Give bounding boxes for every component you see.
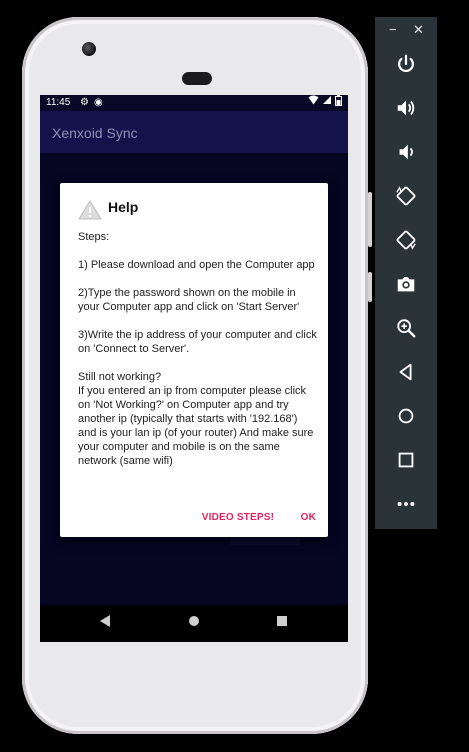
- back-icon[interactable]: [390, 358, 422, 386]
- signal-icon: [322, 95, 332, 111]
- home-icon[interactable]: [188, 614, 200, 632]
- dialog-paragraph: Steps:: [78, 231, 110, 243]
- toolbar-window-controls: − ✕: [375, 17, 437, 45]
- dialog-message: Steps: 1) Please download and open the C…: [78, 230, 318, 468]
- dialog-paragraph: 2)Type the password shown on the mobile …: [78, 287, 300, 313]
- recents-icon[interactable]: [276, 614, 288, 632]
- dialog-paragraph: 1) Please download and open the Computer…: [78, 259, 315, 271]
- volume-rocker: [368, 192, 372, 247]
- power-key: [368, 272, 372, 302]
- dialog-paragraph: If you entered an ip from computer pleas…: [78, 385, 314, 467]
- front-camera: [82, 42, 96, 56]
- rotate-left-icon[interactable]: [390, 182, 422, 210]
- dialog-paragraph: Still not working?: [78, 371, 162, 383]
- camera-icon[interactable]: [390, 270, 422, 298]
- gear-icon: ⚙: [80, 97, 89, 108]
- earpiece-speaker: [182, 72, 212, 85]
- device-screen: 11:45 ⚙ ◉ Xenxoid Sync Help Steps: 1) Pl…: [40, 95, 348, 642]
- minimize-button[interactable]: −: [389, 22, 397, 38]
- warning-icon: [78, 200, 102, 220]
- ok-button[interactable]: OK: [301, 512, 316, 523]
- wifi-icon: [308, 95, 319, 111]
- home-icon[interactable]: [390, 402, 422, 430]
- status-bar: 11:45 ⚙ ◉: [40, 95, 348, 111]
- app-bar: Xenxoid Sync: [40, 111, 348, 153]
- back-icon[interactable]: [99, 614, 111, 632]
- close-button[interactable]: ✕: [413, 22, 424, 38]
- more-icon[interactable]: [390, 490, 422, 518]
- dialog-paragraph: 3)Write the ip address of your computer …: [78, 329, 317, 355]
- help-dialog: Help Steps: 1) Please download and open …: [60, 183, 328, 537]
- dialog-actions: VIDEO STEPS! OK: [180, 507, 316, 523]
- volume-up-icon[interactable]: [390, 94, 422, 122]
- video-steps-button[interactable]: VIDEO STEPS!: [202, 512, 274, 523]
- battery-icon: [335, 95, 342, 112]
- power-icon[interactable]: [390, 50, 422, 78]
- volume-down-icon[interactable]: [390, 138, 422, 166]
- status-time: 11:45: [46, 97, 71, 108]
- overview-icon[interactable]: [390, 446, 422, 474]
- navigation-bar: [40, 605, 348, 642]
- sync-icon: ◉: [94, 97, 103, 108]
- zoom-icon[interactable]: [390, 314, 422, 342]
- emulator-toolbar: − ✕: [375, 17, 437, 529]
- app-title: Xenxoid Sync: [52, 125, 138, 141]
- dialog-title: Help: [108, 199, 139, 215]
- rotate-right-icon[interactable]: [390, 226, 422, 254]
